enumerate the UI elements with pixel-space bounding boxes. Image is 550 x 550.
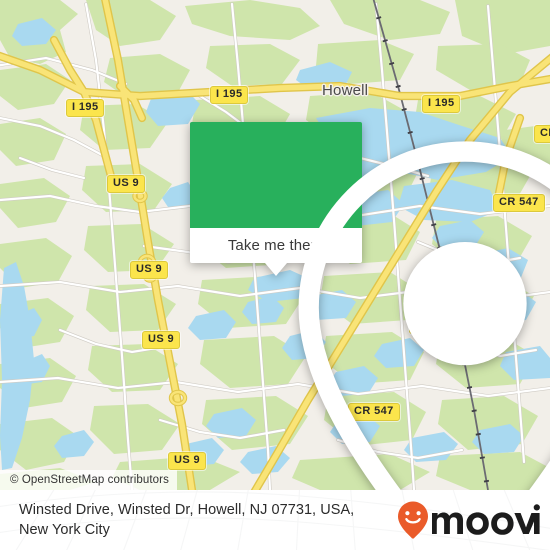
town-label-howell: Howell (322, 82, 369, 99)
road-shield-us9-b[interactable]: US 9 (130, 261, 169, 279)
osm-attribution[interactable]: © OpenStreetMap contributors (0, 470, 177, 490)
moovit-logo[interactable] (396, 500, 540, 540)
road-shield-i195-mid[interactable]: I 195 (210, 86, 249, 104)
popup-header (190, 122, 550, 490)
moovit-wordmark (432, 504, 540, 535)
address-line-2: New York City (19, 522, 110, 538)
road-shield-us9-a[interactable]: US 9 (107, 175, 146, 193)
address-text: Winsted Drive, Winsted Dr, Howell, NJ 07… (19, 500, 379, 540)
road-shield-us9-c[interactable]: US 9 (142, 331, 181, 349)
footer-bar: Winsted Drive, Winsted Dr, Howell, NJ 07… (0, 490, 550, 550)
moovit-pin-icon (398, 501, 428, 539)
map-screenshot: Howell I 195 I 195 I 195 US 9 US 9 US 9 … (0, 0, 550, 550)
destination-popup[interactable]: Take me there (190, 122, 550, 490)
map-pin-icon (298, 141, 550, 490)
popup-pointer-tail (265, 263, 287, 276)
address-line-1: Winsted Drive, Winsted Dr, Howell, NJ 07… (19, 502, 355, 518)
road-shield-i195-east[interactable]: I 195 (422, 95, 461, 113)
map-canvas[interactable]: Howell I 195 I 195 I 195 US 9 US 9 US 9 … (0, 0, 550, 490)
road-shield-i195-west[interactable]: I 195 (66, 99, 105, 117)
